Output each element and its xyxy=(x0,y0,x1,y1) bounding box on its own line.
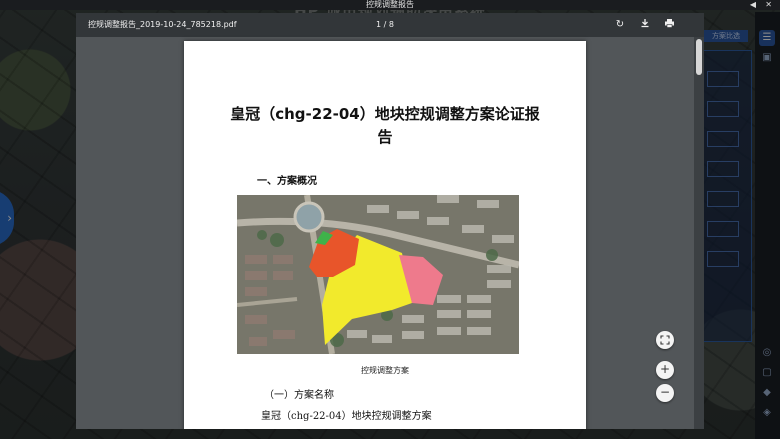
close-icon[interactable]: ✕ xyxy=(765,0,772,9)
section-heading: 一、方案概况 xyxy=(257,176,317,187)
sub-heading: （一）方案名称 xyxy=(264,390,334,401)
fit-page-icon[interactable] xyxy=(656,331,674,349)
print-icon[interactable] xyxy=(662,18,676,32)
file-name: 控规调整报告_2019-10-24_785218.pdf xyxy=(88,20,237,29)
body-text: 皇冠（chg-22-04）地块控规调整方案 xyxy=(261,411,432,422)
window-title-bar: 控规调整报告 xyxy=(0,0,780,10)
page-indicator: 1 / 8 xyxy=(376,20,394,29)
download-icon[interactable] xyxy=(638,18,652,32)
rotate-icon[interactable]: ↻ xyxy=(613,18,627,32)
pdf-page: 皇冠（chg-22-04）地块控规调整方案论证报告 一、方案概况 控规调整方案 … xyxy=(184,41,586,429)
pdf-toolbar: 控规调整报告_2019-10-24_785218.pdf 1 / 8 ↻ xyxy=(76,13,704,37)
site-plan-image xyxy=(237,195,519,354)
document-title: 皇冠（chg-22-04）地块控规调整方案论证报告 xyxy=(230,105,540,146)
scrollbar-thumb[interactable] xyxy=(696,39,702,75)
scrollbar-track[interactable] xyxy=(694,37,704,429)
window-title: 控规调整报告 xyxy=(366,0,414,9)
zoom-in-button[interactable]: + xyxy=(656,361,674,379)
zoom-out-button[interactable]: − xyxy=(656,384,674,402)
back-arrow-icon[interactable]: ◀ xyxy=(750,0,756,9)
figure-caption: 控规调整方案 xyxy=(361,366,409,375)
pdf-viewer: 控规调整报告_2019-10-24_785218.pdf 1 / 8 ↻ 皇冠（… xyxy=(76,13,704,429)
